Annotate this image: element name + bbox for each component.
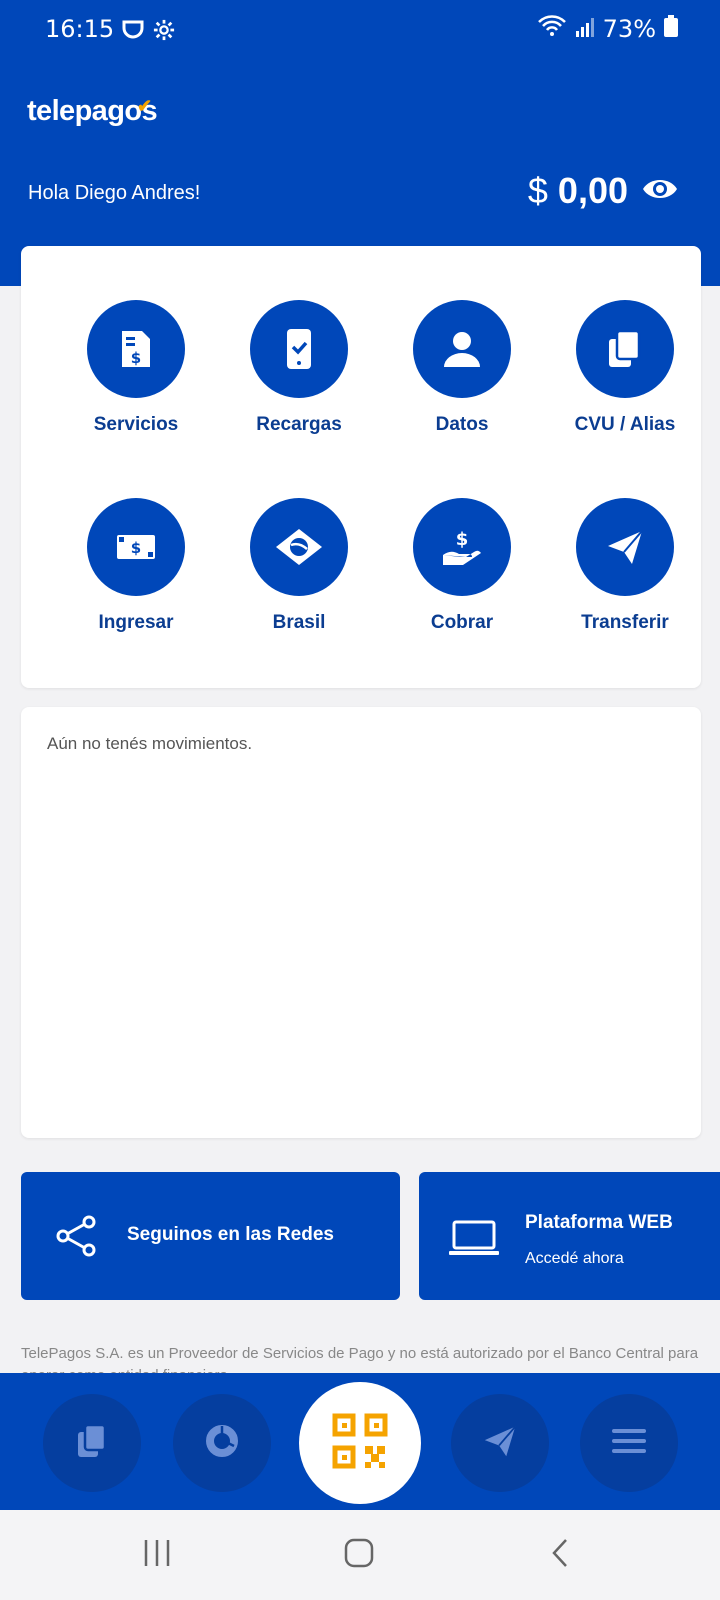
phone-check-icon <box>250 300 348 398</box>
social-title: Seguinos en las Redes <box>127 1224 334 1245</box>
status-time: 16:15 <box>45 15 115 43</box>
svg-text:$: $ <box>131 349 141 367</box>
action-label: Transferir <box>581 612 669 633</box>
action-label: CVU / Alias <box>574 414 676 435</box>
eye-icon[interactable] <box>642 177 678 206</box>
action-label: Ingresar <box>98 612 174 633</box>
svg-text:$: $ <box>131 539 141 557</box>
currency-symbol: $ <box>527 170 548 211</box>
qr-code-icon <box>332 1413 388 1474</box>
paper-plane-icon <box>483 1424 517 1463</box>
nav-transfer-button[interactable] <box>451 1394 549 1492</box>
invoice-dollar-icon: $ <box>87 300 185 398</box>
action-label: Cobrar <box>430 612 494 633</box>
web-platform-button[interactable]: Plataforma WEB Accedé ahora <box>419 1172 720 1300</box>
no-movements-text: Aún no tenés movimientos. <box>47 734 253 753</box>
action-cvu-alias[interactable]: CVU / Alias <box>545 300 705 436</box>
donut-chart-icon <box>205 1424 239 1463</box>
nav-stats-button[interactable] <box>173 1394 271 1492</box>
action-cobrar[interactable]: $ Cobrar <box>382 498 542 634</box>
movements-card: Aún no tenés movimientos. <box>21 707 701 1138</box>
action-transferir[interactable]: Transferir <box>545 498 705 634</box>
home-icon[interactable] <box>344 1538 374 1573</box>
logo-check-icon: ✔ <box>136 96 152 116</box>
web-subtitle: Accedé ahora <box>525 1250 624 1267</box>
copy-icon <box>77 1423 107 1463</box>
nav-qr-button[interactable] <box>299 1382 421 1504</box>
system-navigation-bar <box>0 1510 720 1600</box>
share-icon <box>55 1214 99 1263</box>
copy-icon <box>576 300 674 398</box>
action-label: Recargas <box>256 414 342 435</box>
action-label: Brasil <box>272 612 326 633</box>
signal-icon <box>575 15 595 43</box>
battery-text: 73% <box>602 15 656 43</box>
action-label: Datos <box>435 414 489 435</box>
brazil-flag-icon <box>250 498 348 596</box>
app-header: 16:15 73% telepagos✔ Hola Diego Andres! <box>0 0 720 286</box>
nav-documents-button[interactable] <box>43 1394 141 1492</box>
gear-icon <box>153 19 175 46</box>
back-icon[interactable] <box>550 1538 570 1573</box>
pin-icon <box>121 18 145 47</box>
status-bar: 16:15 73% <box>0 0 720 60</box>
quick-actions-card: $ Servicios Recargas Datos CVU / Alias $… <box>21 246 701 688</box>
menu-icon <box>612 1428 646 1459</box>
action-label: Servicios <box>93 414 179 435</box>
action-brasil[interactable]: Brasil <box>219 498 379 634</box>
action-servicios[interactable]: $ Servicios <box>56 300 216 436</box>
laptop-icon <box>449 1219 499 1262</box>
legal-disclaimer: TelePagos S.A. es un Proveedor de Servic… <box>21 1345 699 1373</box>
svg-text:$: $ <box>456 529 469 550</box>
user-icon <box>413 300 511 398</box>
action-datos[interactable]: Datos <box>382 300 542 436</box>
social-networks-button[interactable]: Seguinos en las Redes <box>21 1172 400 1300</box>
battery-icon <box>664 15 678 43</box>
telepagos-logo: telepagos✔ <box>27 95 158 127</box>
greeting-text: Hola Diego Andres! <box>28 182 201 204</box>
bottom-navigation <box>0 1373 720 1510</box>
banknote-icon: $ <box>87 498 185 596</box>
action-recargas[interactable]: Recargas <box>219 300 379 436</box>
web-title: Plataforma WEB <box>525 1212 673 1233</box>
recent-apps-icon[interactable] <box>142 1538 172 1573</box>
wifi-icon <box>537 14 567 44</box>
balance: $ 0,00 <box>528 170 678 212</box>
hand-dollar-icon: $ <box>413 498 511 596</box>
balance-amount: 0,00 <box>557 170 628 211</box>
nav-menu-button[interactable] <box>580 1394 678 1492</box>
paper-plane-icon <box>576 498 674 596</box>
action-ingresar[interactable]: $ Ingresar <box>56 498 216 634</box>
